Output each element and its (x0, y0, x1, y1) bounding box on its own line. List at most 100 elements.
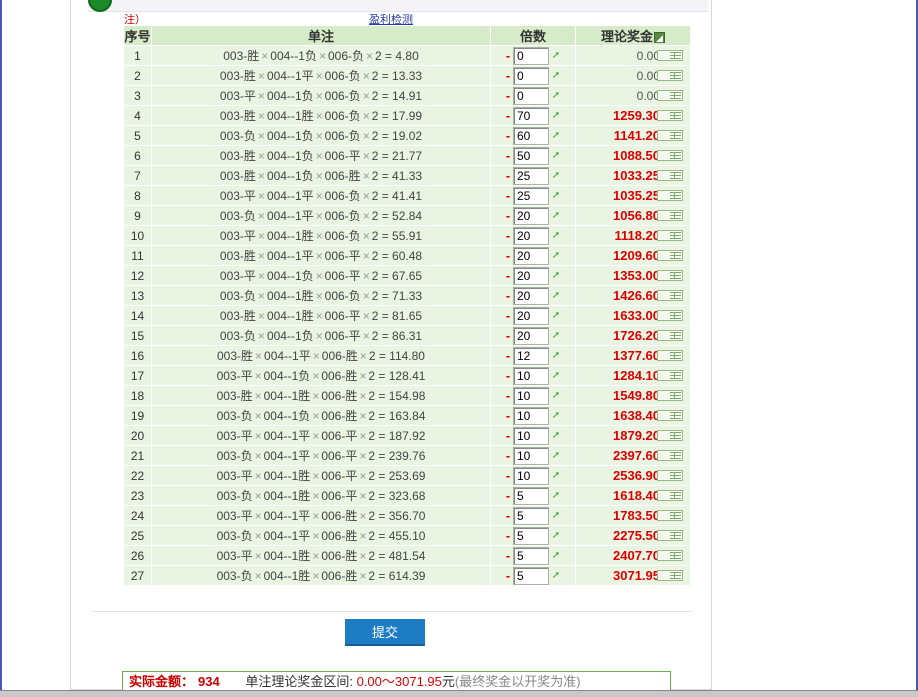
detail-grid-icon[interactable] (657, 410, 683, 421)
detail-grid-icon[interactable] (657, 350, 683, 361)
plus-icon[interactable]: ➚ (549, 447, 563, 465)
detail-grid-icon[interactable] (657, 250, 683, 261)
detail-grid-icon[interactable] (657, 70, 683, 81)
plus-icon[interactable]: ➚ (549, 527, 563, 545)
detail-grid-icon[interactable] (657, 90, 683, 101)
detail-grid-icon[interactable] (657, 310, 683, 321)
minus-icon[interactable]: - (503, 127, 513, 145)
plus-icon[interactable]: ➚ (549, 427, 563, 445)
multiple-input[interactable] (513, 106, 549, 125)
minus-icon[interactable]: - (503, 527, 513, 545)
plus-icon[interactable]: ➚ (549, 247, 563, 265)
multiple-input[interactable] (513, 46, 549, 65)
detail-grid-icon[interactable] (657, 390, 683, 401)
multiple-input[interactable] (513, 86, 549, 105)
detail-grid-icon[interactable] (657, 170, 683, 181)
detail-grid-icon[interactable] (657, 430, 683, 441)
multiple-input[interactable] (513, 446, 549, 465)
plus-icon[interactable]: ➚ (549, 67, 563, 85)
detail-grid-icon[interactable] (657, 150, 683, 161)
minus-icon[interactable]: - (503, 307, 513, 325)
multiple-input[interactable] (513, 286, 549, 305)
multiple-input[interactable] (513, 346, 549, 365)
multiple-input[interactable] (513, 266, 549, 285)
submit-button[interactable]: 提交 (345, 619, 425, 646)
plus-icon[interactable]: ➚ (549, 507, 563, 525)
sort-icon[interactable]: ◢ (654, 32, 665, 44)
multiple-input[interactable] (513, 406, 549, 425)
plus-icon[interactable]: ➚ (549, 107, 563, 125)
minus-icon[interactable]: - (503, 147, 513, 165)
plus-icon[interactable]: ➚ (549, 567, 563, 585)
minus-icon[interactable]: - (503, 207, 513, 225)
minus-icon[interactable]: - (503, 427, 513, 445)
detail-grid-icon[interactable] (657, 330, 683, 341)
multiple-input[interactable] (513, 246, 549, 265)
detail-grid-icon[interactable] (657, 270, 683, 281)
minus-icon[interactable]: - (503, 287, 513, 305)
plus-icon[interactable]: ➚ (549, 167, 563, 185)
plus-icon[interactable]: ➚ (549, 367, 563, 385)
minus-icon[interactable]: - (503, 547, 513, 565)
plus-icon[interactable]: ➚ (549, 267, 563, 285)
plus-icon[interactable]: ➚ (549, 387, 563, 405)
multiple-input[interactable] (513, 426, 549, 445)
detail-grid-icon[interactable] (657, 230, 683, 241)
minus-icon[interactable]: - (503, 187, 513, 205)
minus-icon[interactable]: - (503, 67, 513, 85)
plus-icon[interactable]: ➚ (549, 87, 563, 105)
plus-icon[interactable]: ➚ (549, 347, 563, 365)
minus-icon[interactable]: - (503, 367, 513, 385)
plus-icon[interactable]: ➚ (549, 407, 563, 425)
plus-icon[interactable]: ➚ (549, 307, 563, 325)
plus-icon[interactable]: ➚ (549, 287, 563, 305)
minus-icon[interactable]: - (503, 227, 513, 245)
plus-icon[interactable]: ➚ (549, 327, 563, 345)
multiple-input[interactable] (513, 166, 549, 185)
detail-grid-icon[interactable] (657, 470, 683, 481)
minus-icon[interactable]: - (503, 167, 513, 185)
minus-icon[interactable]: - (503, 87, 513, 105)
multiple-input[interactable] (513, 146, 549, 165)
detail-grid-icon[interactable] (657, 490, 683, 501)
multiple-input[interactable] (513, 126, 549, 145)
minus-icon[interactable]: - (503, 347, 513, 365)
multiple-input[interactable] (513, 466, 549, 485)
minus-icon[interactable]: - (503, 507, 513, 525)
detail-grid-icon[interactable] (657, 510, 683, 521)
minus-icon[interactable]: - (503, 47, 513, 65)
minus-icon[interactable]: - (503, 107, 513, 125)
multiple-input[interactable] (513, 366, 549, 385)
multiple-input[interactable] (513, 486, 549, 505)
detail-grid-icon[interactable] (657, 190, 683, 201)
minus-icon[interactable]: - (503, 327, 513, 345)
minus-icon[interactable]: - (503, 407, 513, 425)
plus-icon[interactable]: ➚ (549, 147, 563, 165)
multiple-input[interactable] (513, 66, 549, 85)
multiple-input[interactable] (513, 546, 549, 565)
minus-icon[interactable]: - (503, 487, 513, 505)
multiple-input[interactable] (513, 226, 549, 245)
plus-icon[interactable]: ➚ (549, 467, 563, 485)
plus-icon[interactable]: ➚ (549, 547, 563, 565)
plus-icon[interactable]: ➚ (549, 227, 563, 245)
detail-grid-icon[interactable] (657, 550, 683, 561)
multiple-input[interactable] (513, 506, 549, 525)
minus-icon[interactable]: - (503, 247, 513, 265)
minus-icon[interactable]: - (503, 567, 513, 585)
multiple-input[interactable] (513, 566, 549, 585)
plus-icon[interactable]: ➚ (549, 127, 563, 145)
multiple-input[interactable] (513, 206, 549, 225)
plus-icon[interactable]: ➚ (549, 187, 563, 205)
minus-icon[interactable]: - (503, 387, 513, 405)
multiple-input[interactable] (513, 306, 549, 325)
multiple-input[interactable] (513, 186, 549, 205)
detail-grid-icon[interactable] (657, 530, 683, 541)
detail-grid-icon[interactable] (657, 130, 683, 141)
detail-grid-icon[interactable] (657, 50, 683, 61)
plus-icon[interactable]: ➚ (549, 207, 563, 225)
detail-grid-icon[interactable] (657, 110, 683, 121)
detail-grid-icon[interactable] (657, 450, 683, 461)
detail-grid-icon[interactable] (657, 370, 683, 381)
plus-icon[interactable]: ➚ (549, 487, 563, 505)
